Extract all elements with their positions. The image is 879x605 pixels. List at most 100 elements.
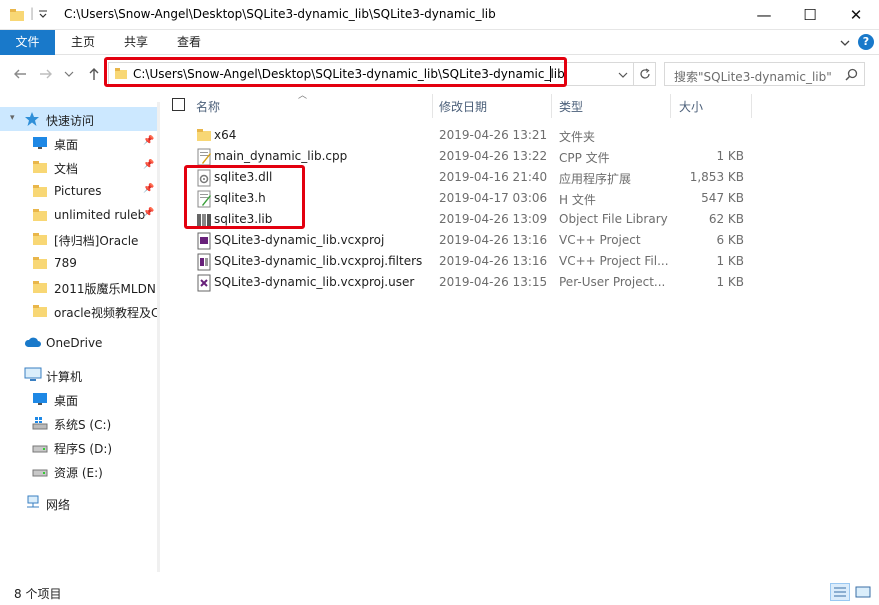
file-row[interactable]: x64 2019-04-26 13:21 文件夹 — [186, 125, 752, 146]
forward-button[interactable] — [36, 64, 56, 84]
back-arrow-icon — [14, 69, 26, 79]
large-icons-view-button[interactable] — [853, 583, 873, 601]
file-date: 2019-04-26 13:22 — [439, 149, 548, 163]
file-row[interactable]: SQLite3-dynamic_lib.vcxproj.user 2019-04-… — [186, 272, 752, 293]
pin-icon[interactable]: 📌 — [143, 184, 154, 194]
sidebar-item-quick[interactable]: unlimited ruleb 📌 — [0, 203, 157, 227]
file-date: 2019-04-26 13:15 — [439, 275, 548, 289]
sidebar-item-this-pc[interactable]: 计算机 — [0, 363, 157, 387]
sidebar-item-quick[interactable]: Pictures 📌 — [0, 179, 157, 203]
column-header-date[interactable]: 修改日期 — [439, 94, 551, 116]
column-header-label: 修改日期 — [439, 100, 488, 114]
column-divider[interactable] — [432, 94, 433, 118]
file-size: 1 KB — [716, 149, 744, 163]
filters-file-icon — [196, 253, 212, 274]
search-icon[interactable] — [845, 68, 858, 81]
sidebar-item-quick[interactable]: 文档 📌 — [0, 155, 157, 179]
file-date: 2019-04-17 03:06 — [439, 191, 548, 205]
folder-icon — [32, 303, 48, 322]
column-divider[interactable] — [551, 94, 552, 118]
file-name: SQLite3-dynamic_lib.vcxproj.user — [214, 275, 415, 289]
file-size: 6 KB — [716, 233, 744, 247]
file-date: 2019-04-26 13:21 — [439, 128, 548, 142]
sidebar-item-label: 桌面 — [54, 394, 79, 408]
expand-arrow-icon[interactable]: ▾ — [10, 113, 15, 123]
sidebar-item-label: 系统S (C:) — [54, 418, 112, 432]
search-box[interactable]: 搜索"SQLite3-dynamic_lib" — [664, 62, 865, 86]
tab-home[interactable]: 主页 — [63, 30, 103, 55]
star-icon — [25, 112, 39, 126]
drive-icon — [32, 463, 48, 482]
file-type: CPP 文件 — [559, 151, 610, 165]
pin-icon[interactable]: 📌 — [143, 136, 154, 146]
file-size: 547 KB — [701, 191, 744, 205]
drive-icon — [32, 439, 48, 458]
file-row[interactable]: SQLite3-dynamic_lib.vcxproj.filters 2019-… — [186, 251, 752, 272]
sidebar-item-pc[interactable]: 资源 (E:) — [0, 459, 157, 483]
vcxproj-file-icon — [196, 232, 212, 253]
folder-icon — [10, 9, 24, 21]
back-button[interactable] — [10, 64, 30, 84]
tab-view[interactable]: 查看 — [169, 30, 209, 55]
details-view-button[interactable] — [830, 583, 850, 601]
recent-locations-button[interactable] — [62, 64, 76, 84]
windows-drive-icon — [32, 415, 48, 434]
column-header-label: 大小 — [679, 100, 704, 114]
title-bar: | C:\Users\Snow-Angel\Desktop\SQLite3-dy… — [0, 0, 879, 30]
file-type: VC++ Project — [559, 233, 641, 247]
file-size: 1 KB — [716, 254, 744, 268]
file-type: Object File Library — [559, 212, 668, 226]
sidebar-scrollbar[interactable] — [157, 102, 160, 572]
column-divider[interactable] — [670, 94, 671, 118]
column-header-size[interactable]: 大小 — [679, 94, 749, 116]
pin-icon[interactable]: 📌 — [143, 208, 154, 218]
column-header-name[interactable]: 名称 — [196, 94, 432, 116]
details-view-icon — [834, 587, 846, 597]
sidebar-item-pc[interactable]: 桌面 — [0, 387, 157, 411]
sidebar-item-label: 桌面 — [54, 138, 79, 152]
sidebar-item-quick[interactable]: 789 — [0, 251, 157, 275]
column-divider[interactable] — [751, 94, 752, 118]
column-header-type[interactable]: 类型 — [559, 94, 669, 116]
tab-share[interactable]: 共享 — [116, 30, 156, 55]
refresh-button[interactable] — [634, 62, 656, 86]
sidebar-item-network[interactable]: 网络 — [0, 491, 157, 515]
item-count: 8 个项目 — [14, 587, 62, 601]
ribbon-expand-icon[interactable] — [839, 37, 851, 49]
sidebar-item-quick[interactable]: [待归档]Oracle — [0, 227, 157, 251]
sidebar-item-pc[interactable]: 程序S (D:) — [0, 435, 157, 459]
select-all-checkbox[interactable] — [172, 98, 185, 111]
file-name: main_dynamic_lib.cpp — [214, 149, 348, 163]
sidebar-item-onedrive[interactable]: OneDrive — [0, 331, 157, 355]
pin-icon[interactable]: 📌 — [143, 160, 154, 170]
minimize-button[interactable]: — — [741, 0, 787, 30]
ribbon-tabs: 文件 主页 共享 查看 ? — [0, 30, 879, 55]
file-row[interactable]: SQLite3-dynamic_lib.vcxproj 2019-04-26 13… — [186, 230, 752, 251]
sidebar-item-label: 网络 — [46, 498, 71, 512]
sidebar-item-quick-access[interactable]: ▾ 快速访问 — [0, 107, 157, 131]
sidebar-item-quick[interactable]: oracle视频教程及C — [0, 299, 159, 323]
tab-file[interactable]: 文件 — [0, 30, 55, 55]
address-dropdown-icon[interactable] — [618, 71, 628, 79]
window-title: C:\Users\Snow-Angel\Desktop\SQLite3-dyna… — [64, 7, 496, 21]
file-row[interactable]: main_dynamic_lib.cpp 2019-04-26 13:22 CPP … — [186, 146, 752, 167]
sidebar-item-label: 文档 — [54, 162, 79, 176]
quick-access-dropdown-icon[interactable] — [38, 10, 48, 20]
folder-icon — [32, 183, 48, 202]
file-date: 2019-04-26 13:09 — [439, 212, 548, 226]
file-date: 2019-04-16 21:40 — [439, 170, 548, 184]
sidebar-item-label: 快速访问 — [46, 114, 95, 128]
up-button[interactable] — [84, 64, 104, 84]
close-button[interactable]: ✕ — [833, 0, 879, 30]
file-type: H 文件 — [559, 193, 596, 207]
maximize-button[interactable]: ☐ — [787, 0, 833, 30]
help-icon[interactable]: ? — [858, 34, 874, 50]
divider: | — [30, 6, 35, 20]
folder-icon — [32, 255, 48, 274]
file-date: 2019-04-26 13:16 — [439, 254, 548, 268]
sidebar-item-quick[interactable]: 2011版魔乐MLDN — [0, 275, 157, 299]
sidebar-item-quick[interactable]: 桌面 📌 — [0, 131, 157, 155]
network-icon — [27, 495, 39, 508]
search-input[interactable]: 搜索"SQLite3-dynamic_lib" — [674, 68, 832, 85]
sidebar-item-pc[interactable]: 系统S (C:) — [0, 411, 157, 435]
